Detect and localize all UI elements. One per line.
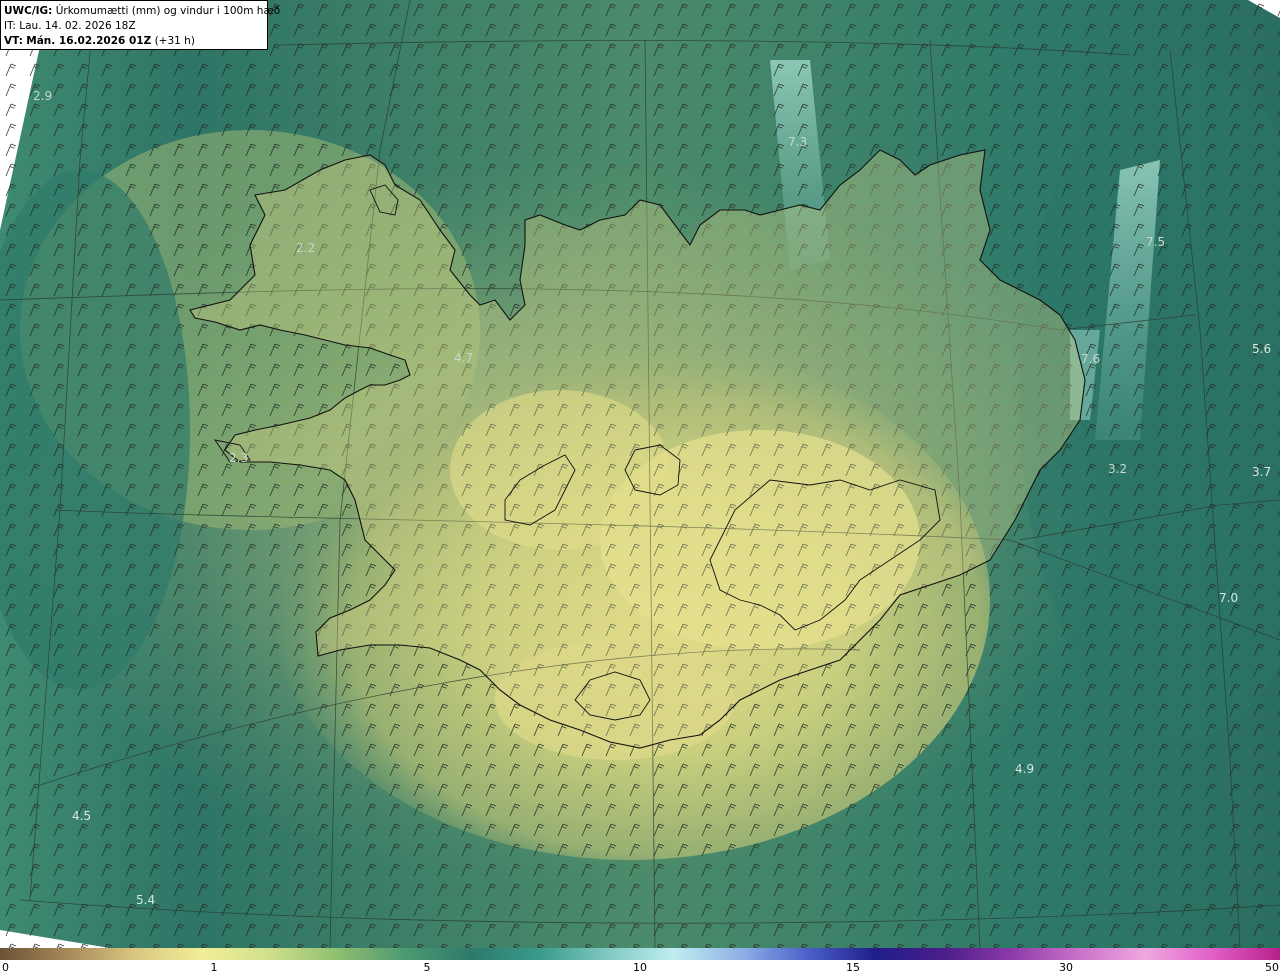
value-label: 2.9 (33, 89, 52, 103)
value-label: 3.7 (1252, 465, 1271, 479)
legend-tick: 15 (846, 961, 860, 974)
title-line: UWC/IG: Úrkomumætti (mm) og vindur i 100… (4, 4, 280, 19)
value-label: 2.3 (229, 451, 248, 465)
color-legend: 0 1 5 10 15 30 50 (0, 948, 1280, 978)
legend-tick: 0 (2, 961, 9, 974)
map-title: Úrkomumætti (mm) og vindur i 100m hæð (55, 5, 281, 17)
value-label: 7.0 (1219, 591, 1238, 605)
legend-tick: 10 (633, 961, 647, 974)
value-label: 7.5 (1146, 235, 1165, 249)
legend-tick: 50 (1265, 961, 1279, 974)
legend-tick: 30 (1059, 961, 1073, 974)
color-scale-bar (0, 948, 1280, 960)
initial-time-line: IT: Lau. 14. 02. 2026 18Z (4, 19, 267, 34)
vt-label: VT: (4, 35, 23, 47)
value-label: 4.5 (72, 809, 91, 823)
weather-map: 2.9 7.3 7.5 2.2 5.6 4.7 7.6 2.3 3.2 3.7 … (0, 0, 1280, 948)
value-label: 7.6 (1081, 352, 1100, 366)
value-label: 2.2 (296, 241, 315, 255)
legend-tick: 1 (210, 961, 218, 974)
it-value: Lau. 14. 02. 2026 18Z (19, 20, 136, 32)
value-label: 4.7 (454, 351, 473, 365)
valid-time-line: VT: Mán. 16.02.2026 01Z (+31 h) (4, 34, 267, 49)
value-label: 7.3 (788, 135, 807, 149)
vt-value: Mán. 16.02.2026 01Z (26, 35, 152, 47)
vt-offset: (+31 h) (154, 35, 195, 47)
it-label: IT: (4, 20, 16, 32)
value-label: 5.6 (1252, 342, 1271, 356)
value-label: 3.2 (1108, 462, 1127, 476)
value-label: 4.9 (1015, 762, 1034, 776)
value-label: 5.4 (136, 893, 155, 907)
product-label: UWC/IG: (4, 5, 53, 17)
legend-tick: 5 (423, 961, 431, 974)
map-info-box: UWC/IG: Úrkomumætti (mm) og vindur i 100… (0, 0, 280, 50)
